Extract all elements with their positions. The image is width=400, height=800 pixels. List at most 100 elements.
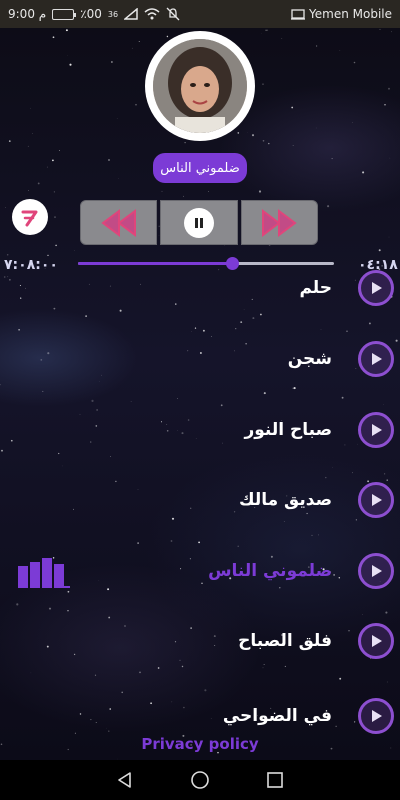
- battery-text: ٪00: [80, 7, 102, 21]
- now-playing-title: ضلموني الناس: [153, 153, 247, 183]
- play-icon: [372, 282, 382, 294]
- star: [388, 236, 390, 238]
- star: [116, 118, 118, 119]
- star: [138, 40, 140, 42]
- star: [47, 254, 49, 256]
- list-item[interactable]: فلق الصباح: [0, 616, 400, 666]
- back-button[interactable]: [112, 767, 138, 793]
- star: [108, 159, 110, 161]
- star: [208, 191, 209, 192]
- star: [53, 191, 56, 193]
- song-title: صباح النور: [244, 420, 332, 440]
- share-icon: [21, 210, 38, 227]
- play-icon: [372, 494, 382, 506]
- star: [327, 205, 330, 208]
- star: [131, 47, 133, 49]
- star: [166, 35, 169, 38]
- star: [184, 141, 186, 144]
- star: [281, 38, 283, 40]
- star: [46, 166, 48, 168]
- song-title: صديق مالك: [239, 490, 332, 510]
- status-right: Yemen Mobile: [291, 7, 392, 21]
- star: [6, 254, 9, 256]
- play-song-button[interactable]: [358, 270, 394, 306]
- network-type: 36: [107, 9, 119, 19]
- play-icon: [372, 710, 382, 722]
- play-song-button[interactable]: [358, 341, 394, 377]
- star: [111, 61, 113, 63]
- star: [389, 157, 391, 159]
- player-controls: [80, 200, 318, 245]
- list-item[interactable]: شجن: [0, 334, 400, 384]
- play-icon: [372, 565, 382, 577]
- cast-icon: [291, 8, 306, 20]
- list-item[interactable]: صباح النور: [0, 405, 400, 455]
- star: [58, 150, 60, 151]
- star: [161, 190, 163, 192]
- star: [267, 29, 269, 31]
- play-pause-button[interactable]: [160, 200, 238, 245]
- star: [315, 127, 317, 129]
- recents-icon: [266, 772, 283, 788]
- song-title: فلق الصباح: [238, 631, 332, 651]
- play-song-button[interactable]: [358, 412, 394, 448]
- star: [362, 171, 365, 174]
- star: [378, 249, 381, 252]
- star: [27, 145, 29, 147]
- back-icon: [118, 772, 132, 788]
- star: [258, 190, 262, 193]
- list-item[interactable]: صديق مالك: [0, 475, 400, 525]
- star: [69, 63, 72, 66]
- play-song-button[interactable]: [358, 482, 394, 518]
- next-button[interactable]: [240, 200, 318, 245]
- star: [237, 132, 240, 134]
- play-icon: [372, 635, 382, 647]
- privacy-policy-link[interactable]: Privacy policy: [0, 735, 400, 753]
- star: [331, 158, 333, 160]
- home-button[interactable]: [187, 767, 213, 793]
- play-icon: [372, 353, 382, 365]
- star: [353, 61, 356, 64]
- star: [183, 195, 185, 197]
- star: [388, 87, 390, 90]
- list-item[interactable]: في الضواحي: [0, 691, 400, 741]
- play-song-button[interactable]: [358, 553, 394, 589]
- home-icon: [191, 771, 209, 789]
- play-song-button[interactable]: [358, 623, 394, 659]
- progress-fill: [78, 262, 232, 265]
- pause-icon: [183, 207, 214, 238]
- star: [28, 190, 29, 191]
- song-title: حلم: [299, 278, 332, 298]
- equalizer-icon: [18, 558, 70, 588]
- previous-button[interactable]: [80, 200, 158, 245]
- star: [262, 83, 264, 85]
- system-nav-bar: [0, 760, 400, 800]
- share-button[interactable]: [12, 199, 48, 235]
- star: [8, 140, 11, 142]
- star: [262, 139, 265, 142]
- star: [5, 207, 6, 208]
- star: [37, 182, 40, 185]
- artist-photo: [153, 39, 247, 133]
- progress-bar[interactable]: [78, 257, 334, 270]
- play-icon: [372, 424, 382, 436]
- notifications-muted-icon: [166, 7, 180, 21]
- star: [292, 144, 294, 146]
- next-icon: [262, 208, 297, 237]
- recents-button[interactable]: [262, 767, 288, 793]
- star: [51, 159, 54, 162]
- star: [67, 55, 68, 56]
- star: [391, 31, 392, 33]
- signal-icon: [124, 8, 138, 20]
- list-item[interactable]: حلم: [0, 268, 400, 313]
- artist-photo-image: [153, 39, 247, 133]
- star: [268, 142, 270, 145]
- battery-icon: [52, 8, 77, 20]
- star: [135, 103, 137, 106]
- album-art: [145, 31, 255, 141]
- star: [291, 106, 294, 109]
- star: [352, 122, 353, 123]
- play-song-button[interactable]: [358, 698, 394, 734]
- song-title: ضلموني الناس: [208, 561, 332, 581]
- previous-icon: [100, 208, 136, 237]
